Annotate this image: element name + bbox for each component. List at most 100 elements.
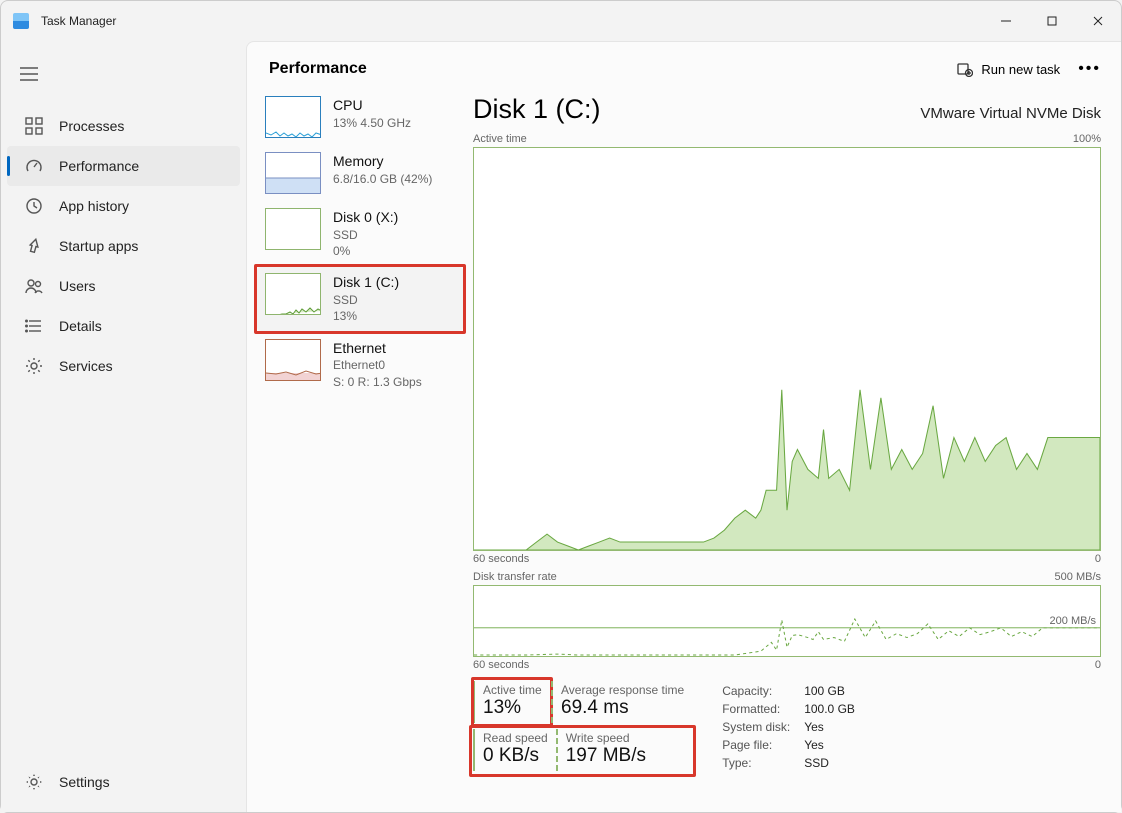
info-value: 100 GB [804,683,867,699]
grid-icon [25,117,43,135]
speedometer-icon [25,157,43,175]
chart1-xright: 0 [1095,553,1101,565]
disk-info-table: Capacity:100 GB Formatted:100.0 GB Syste… [720,681,869,773]
stats-row: Active time 13% Average response time 69… [473,681,1101,773]
info-value: 100.0 GB [804,701,867,717]
sidebar-item-app-history[interactable]: App history [7,186,240,226]
perf-item-title: Memory [333,152,432,171]
sidebar-item-processes[interactable]: Processes [7,106,240,146]
cpu-thumbnail [265,96,321,138]
stat-label: Average response time [561,683,684,697]
stat-label: Write speed [566,731,646,745]
sidebar-item-label: App history [59,198,129,214]
stat-label: Active time [483,683,543,697]
sidebar-item-details[interactable]: Details [7,306,240,346]
maximize-button[interactable] [1029,5,1075,37]
perf-item-cpu[interactable]: CPU 13% 4.50 GHz [257,90,463,144]
table-row: Type:SSD [722,755,867,771]
perf-item-disk1[interactable]: Disk 1 (C:) SSD 13% [257,267,463,330]
perf-item-sub2: 0% [333,243,398,259]
sidebar-item-label: Processes [59,118,124,134]
disk1-thumbnail [265,273,321,315]
stat-value: 197 MB/s [566,745,646,767]
stat-active-time: Active time 13% [473,681,551,723]
window-controls [983,5,1121,37]
info-value: SSD [804,755,867,771]
info-label: Formatted: [722,701,802,717]
chart2-xright: 0 [1095,659,1101,671]
table-row: System disk:Yes [722,719,867,735]
close-button[interactable] [1075,5,1121,37]
window-title: Task Manager [41,14,116,28]
stat-write-speed: Write speed 197 MB/s [556,729,654,771]
memory-thumbnail [265,152,321,194]
sidebar-item-settings[interactable]: Settings [7,762,240,802]
sidebar-item-startup-apps[interactable]: Startup apps [7,226,240,266]
hamburger-button[interactable] [20,67,38,84]
stat-avg-response: Average response time 69.4 ms [551,681,692,723]
chart2-max: 500 MB/s [1055,571,1101,583]
users-icon [25,277,43,295]
perf-item-sub: Ethernet0 [333,357,422,373]
info-label: Page file: [722,737,802,753]
chart1-xleft: 60 seconds [473,553,529,565]
info-value: Yes [804,719,867,735]
perf-item-title: Disk 1 (C:) [333,273,399,292]
perf-item-disk0[interactable]: Disk 0 (X:) SSD 0% [257,202,463,265]
sidebar-item-performance[interactable]: Performance [7,146,240,186]
run-task-label: Run new task [981,62,1060,77]
main-panel: Performance Run new task ••• CPU 1 [246,41,1121,812]
title-bar: Task Manager [1,1,1121,41]
sidebar-item-label: Details [59,318,102,334]
chart1-max: 100% [1073,133,1101,145]
stat-value: 13% [483,697,543,719]
perf-item-sub: 13% 4.50 GHz [333,115,411,131]
run-task-icon [957,61,973,77]
ethernet-thumbnail [265,339,321,381]
info-value: Yes [804,737,867,753]
sidebar-item-services[interactable]: Services [7,346,240,386]
history-icon [25,197,43,215]
chart2-xleft: 60 seconds [473,659,529,671]
info-label: System disk: [722,719,802,735]
perf-item-title: CPU [333,96,411,115]
chart2-label: Disk transfer rate [473,571,557,583]
sidebar-item-label: Settings [59,774,110,790]
sidebar-item-label: Startup apps [59,238,138,254]
stat-value: 69.4 ms [561,697,684,719]
app-icon [13,13,29,29]
info-label: Type: [722,755,802,771]
stat-read-speed: Read speed 0 KB/s [473,729,556,771]
sidebar-item-users[interactable]: Users [7,266,240,306]
detail-pane: Disk 1 (C:) VMware Virtual NVMe Disk Act… [463,90,1121,812]
table-row: Formatted:100.0 GB [722,701,867,717]
run-new-task-button[interactable]: Run new task [957,61,1060,77]
more-button[interactable]: ••• [1078,60,1101,78]
table-row: Capacity:100 GB [722,683,867,699]
startup-icon [25,237,43,255]
active-time-chart [473,147,1101,551]
info-label: Capacity: [722,683,802,699]
detail-vendor: VMware Virtual NVMe Disk [920,105,1101,122]
list-icon [25,317,43,335]
perf-item-sub: 6.8/16.0 GB (42%) [333,171,432,187]
perf-item-ethernet[interactable]: Ethernet Ethernet0 S: 0 R: 1.3 Gbps [257,333,463,396]
perf-item-memory[interactable]: Memory 6.8/16.0 GB (42%) [257,146,463,200]
settings-icon [25,773,43,791]
perf-item-title: Disk 0 (X:) [333,208,398,227]
perf-item-title: Ethernet [333,339,422,358]
sidebar-item-label: Services [59,358,113,374]
detail-title: Disk 1 (C:) [473,94,601,125]
sidebar-item-label: Users [59,278,96,294]
page-title: Performance [269,60,367,78]
stat-value: 0 KB/s [483,745,548,767]
gear-icon [25,357,43,375]
perf-item-sub2: 13% [333,308,399,324]
sidebar: Processes Performance App history Startu… [1,41,246,812]
transfer-rate-chart: 200 MB/s [473,585,1101,657]
table-row: Page file:Yes [722,737,867,753]
minimize-button[interactable] [983,5,1029,37]
sidebar-item-label: Performance [59,158,139,174]
perf-item-sub: SSD [333,227,398,243]
disk0-thumbnail [265,208,321,250]
